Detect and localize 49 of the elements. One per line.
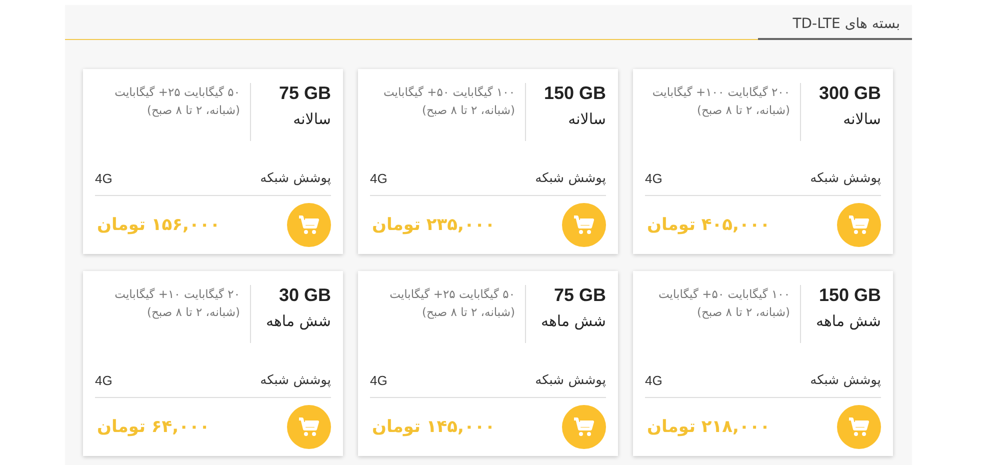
cart-icon <box>298 417 320 437</box>
package-volume: 75 GB <box>278 83 331 104</box>
package-volume: 30 GB <box>278 285 331 306</box>
coverage-value: 4G <box>645 372 662 388</box>
package-period: شش ماهه <box>816 312 881 330</box>
coverage-value: 4G <box>370 170 388 186</box>
package-volume: 300 GB <box>818 83 881 104</box>
package-description: ۱۰۰ گیگابایت ۵۰+ گیگابایت (شبانه، ۲ تا ۸ صبح) <box>382 84 516 119</box>
add-to-cart-button[interactable] <box>562 203 606 247</box>
add-to-cart-button[interactable] <box>287 405 331 449</box>
package-description: ۱۰۰ گیگابایت ۵۰+ گیگابایت (شبانه، ۲ تا ۸ صبح) <box>658 286 791 321</box>
coverage-value: 4G <box>95 372 112 388</box>
package-description: ۲۰ گیگابایت ۱۰+ گیگابایت (شبانه، ۲ تا ۸ صبح) <box>114 286 241 321</box>
package-price: ۴۰۵,۰۰۰ تومان <box>646 215 770 235</box>
add-to-cart-button[interactable] <box>837 203 881 247</box>
package-description: ۵۰ گیگابایت ۲۵+ گیگابایت (شبانه، ۲ تا ۸ صبح) <box>388 286 516 321</box>
section-title: بسته های TD-LTE <box>758 16 912 40</box>
package-volume: 75 GB <box>554 285 606 306</box>
cart-icon <box>298 215 320 235</box>
cart-icon <box>848 215 870 235</box>
package-period: سالانه <box>843 110 881 128</box>
add-to-cart-button[interactable] <box>837 405 881 449</box>
package-price: ۱۴۵,۰۰۰ تومان <box>371 417 496 437</box>
package-price: ۶۴,۰۰۰ تومان <box>96 417 210 437</box>
coverage-label: پوشش شبکه <box>535 170 606 186</box>
package-period: شش ماهه <box>266 312 331 330</box>
package-period: سالانه <box>293 110 331 128</box>
package-volume: 150 GB <box>544 83 606 104</box>
package-description: ۵۰ گیگابایت ۲۵+ گیگابایت (شبانه، ۲ تا ۸ صبح) <box>114 84 241 119</box>
package-period: شش ماهه <box>540 312 606 330</box>
coverage-label: پوشش شبکه <box>810 372 881 388</box>
cart-icon <box>848 417 870 437</box>
add-to-cart-button[interactable] <box>287 203 331 247</box>
package-price: ۲۳۵,۰۰۰ تومان <box>371 215 496 235</box>
package-volume: 150 GB <box>818 285 881 306</box>
coverage-value: 4G <box>95 170 112 186</box>
package-price: ۱۵۶,۰۰۰ تومان <box>96 215 220 235</box>
coverage-label: پوشش شبکه <box>535 372 606 388</box>
package-period: سالانه <box>568 110 606 128</box>
coverage-label: پوشش شبکه <box>260 170 331 186</box>
add-to-cart-button[interactable] <box>562 405 606 449</box>
package-price: ۲۱۸,۰۰۰ تومان <box>646 417 770 437</box>
coverage-value: 4G <box>370 372 388 388</box>
coverage-label: پوشش شبکه <box>810 170 881 186</box>
cart-icon <box>573 215 595 235</box>
package-description: ۲۰۰ گیگابایت ۱۰۰+ گیگابایت (شبانه، ۲ تا ۸ صبح) <box>651 84 791 119</box>
coverage-label: پوشش شبکه <box>260 372 331 388</box>
cart-icon <box>573 417 595 437</box>
coverage-value: 4G <box>645 170 662 186</box>
